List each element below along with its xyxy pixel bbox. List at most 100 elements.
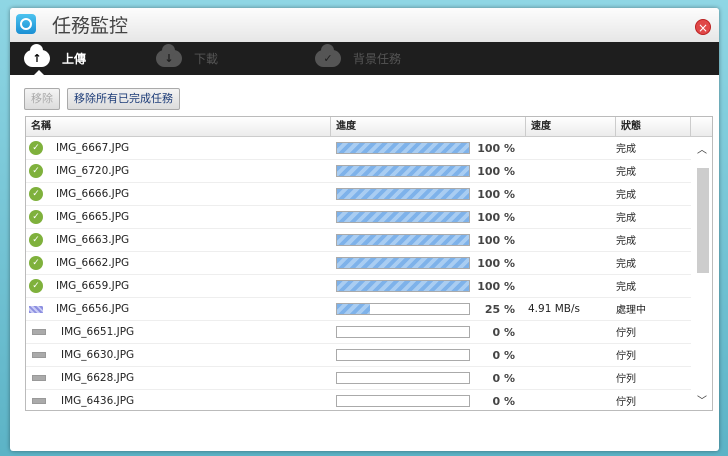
- header-speed[interactable]: 速度: [526, 117, 616, 136]
- tab-bar: ↑ 上傳 ↓ 下載 ✓ 背景任務: [10, 42, 719, 75]
- progress-percent: 100 %: [477, 187, 515, 201]
- table-row[interactable]: IMG_6628.JPG 0 % 佇列: [26, 367, 691, 390]
- progress-fill: [337, 258, 469, 268]
- header-name[interactable]: 名稱: [26, 117, 331, 136]
- progress-bar: [336, 303, 470, 315]
- title-bar: 任務監控 ×: [10, 8, 719, 42]
- task-monitor-window: 任務監控 × ↑ 上傳 ↓ 下載 ✓ 背景任務 移除 移除所有已完成任務 名稱 …: [10, 8, 719, 451]
- table-row[interactable]: ✓ IMG_6662.JPG 100 % 完成: [26, 252, 691, 275]
- table-row[interactable]: ✓ IMG_6666.JPG 100 % 完成: [26, 183, 691, 206]
- completed-check-icon: ✓: [29, 279, 43, 293]
- completed-check-icon: ✓: [29, 187, 43, 201]
- progress-fill: [337, 304, 370, 314]
- progress-bar: [336, 395, 470, 407]
- table-row[interactable]: IMG_6656.JPG 25 % 4.91 MB/s 處理中: [26, 298, 691, 321]
- table-row[interactable]: IMG_6651.JPG 0 % 佇列: [26, 321, 691, 344]
- progress-percent: 100 %: [477, 164, 515, 178]
- progress-bar: [336, 257, 470, 269]
- completed-check-icon: ✓: [29, 164, 43, 178]
- scrollbar[interactable]: ︿ ﹀: [695, 138, 711, 410]
- progress-bar: [336, 188, 470, 200]
- tab-label: 上傳: [62, 52, 87, 66]
- window-title: 任務監控: [52, 15, 129, 37]
- progress-fill: [337, 212, 469, 222]
- queued-icon: [32, 352, 46, 358]
- table-row[interactable]: ✓ IMG_6667.JPG 100 % 完成: [26, 137, 691, 160]
- scrollbar-thumb[interactable]: [697, 168, 709, 273]
- table-row[interactable]: IMG_6630.JPG 0 % 佇列: [26, 344, 691, 367]
- table-header: 名稱 進度 速度 狀態: [26, 117, 712, 137]
- progress-fill: [337, 189, 469, 199]
- status: 完成: [616, 259, 636, 270]
- progress-bar: [336, 372, 470, 384]
- status: 佇列: [616, 397, 636, 408]
- scroll-up-icon[interactable]: ︿: [697, 141, 707, 156]
- file-name: IMG_6659.JPG: [56, 280, 130, 292]
- progress-percent: 100 %: [477, 210, 515, 224]
- progress-percent: 100 %: [477, 141, 515, 155]
- header-progress[interactable]: 進度: [331, 117, 526, 136]
- tab-upload[interactable]: ↑ 上傳: [24, 42, 86, 75]
- scroll-down-icon[interactable]: ﹀: [697, 392, 707, 407]
- queued-icon: [32, 375, 46, 381]
- file-name: IMG_6665.JPG: [56, 211, 130, 223]
- table-row[interactable]: ✓ IMG_6665.JPG 100 % 完成: [26, 206, 691, 229]
- table-row[interactable]: IMG_6436.JPG 0 % 佇列: [26, 390, 691, 410]
- progress-percent: 0 %: [492, 394, 515, 408]
- table-row[interactable]: ✓ IMG_6720.JPG 100 % 完成: [26, 160, 691, 183]
- status: 佇列: [616, 351, 636, 362]
- progress-bar: [336, 349, 470, 361]
- progress-percent: 100 %: [477, 279, 515, 293]
- tab-label: 下載: [194, 52, 219, 66]
- file-name: IMG_6720.JPG: [56, 165, 130, 177]
- tab-label: 背景任務: [353, 52, 402, 66]
- status: 佇列: [616, 374, 636, 385]
- progress-fill: [337, 235, 469, 245]
- progress-bar: [336, 211, 470, 223]
- file-name: IMG_6628.JPG: [61, 372, 135, 384]
- tab-download[interactable]: ↓ 下載: [156, 42, 218, 75]
- progress-percent: 0 %: [492, 371, 515, 385]
- progress-fill: [337, 166, 469, 176]
- file-name: IMG_6666.JPG: [56, 188, 130, 200]
- table-row[interactable]: ✓ IMG_6659.JPG 100 % 完成: [26, 275, 691, 298]
- completed-check-icon: ✓: [29, 256, 43, 270]
- progress-fill: [337, 281, 469, 291]
- header-status[interactable]: 狀態: [616, 117, 691, 136]
- progress-percent: 100 %: [477, 256, 515, 270]
- progress-percent: 25 %: [484, 302, 515, 316]
- progress-bar: [336, 142, 470, 154]
- queued-icon: [32, 329, 46, 335]
- remove-completed-button[interactable]: 移除所有已完成任務: [67, 88, 180, 110]
- completed-check-icon: ✓: [29, 233, 43, 247]
- app-check-icon: [16, 14, 36, 34]
- speed: 4.91 MB/s: [528, 303, 580, 315]
- background-task-cloud-icon: ✓: [315, 44, 341, 67]
- file-name: IMG_6630.JPG: [61, 349, 135, 361]
- progress-percent: 0 %: [492, 325, 515, 339]
- progress-percent: 100 %: [477, 233, 515, 247]
- tab-background-tasks[interactable]: ✓ 背景任務: [315, 42, 401, 75]
- processing-icon: [29, 305, 43, 313]
- status: 處理中: [616, 305, 646, 316]
- status: 完成: [616, 144, 636, 155]
- file-name: IMG_6436.JPG: [61, 395, 135, 407]
- progress-bar: [336, 234, 470, 246]
- file-name: IMG_6667.JPG: [56, 142, 130, 154]
- upload-cloud-icon: ↑: [24, 44, 50, 67]
- progress-percent: 0 %: [492, 348, 515, 362]
- completed-check-icon: ✓: [29, 141, 43, 155]
- close-button[interactable]: ×: [695, 19, 711, 35]
- file-name: IMG_6656.JPG: [56, 303, 130, 315]
- task-table: 名稱 進度 速度 狀態 ✓ IMG_6667.JPG 100 % 完成 ✓ IMG_6…: [25, 116, 713, 411]
- status: 完成: [616, 190, 636, 201]
- progress-bar: [336, 326, 470, 338]
- status: 完成: [616, 236, 636, 247]
- file-name: IMG_6663.JPG: [56, 234, 130, 246]
- table-row[interactable]: ✓ IMG_6663.JPG 100 % 完成: [26, 229, 691, 252]
- status: 佇列: [616, 328, 636, 339]
- status: 完成: [616, 213, 636, 224]
- progress-bar: [336, 280, 470, 292]
- queued-icon: [32, 398, 46, 404]
- remove-button[interactable]: 移除: [24, 88, 60, 110]
